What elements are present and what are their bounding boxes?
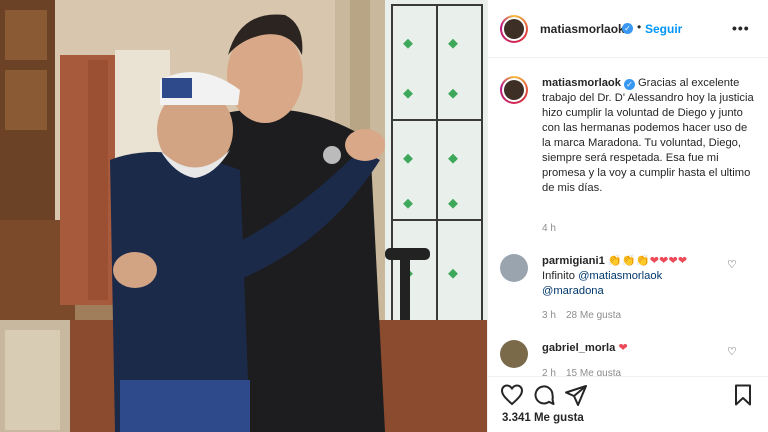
comment-item: parmigiani1 👏👏👏❤❤❤❤ Infinito @matiasmorl… <box>542 254 732 299</box>
comments-list[interactable]: matiasmorlaok ✓ Gracias al excelente traba… <box>488 58 768 376</box>
likes-count[interactable]: 3.341 Me gusta <box>502 412 584 424</box>
comment-emojis: 👏👏👏❤❤❤❤ <box>607 255 688 267</box>
post-header: matiasmorlaok ✓ • Seguir ••• <box>488 0 768 58</box>
comment-avatar[interactable] <box>500 254 528 282</box>
comment-likes[interactable]: 15 Me gusta <box>566 368 621 376</box>
verified-badge-icon: ✓ <box>623 79 635 90</box>
comment-likes[interactable]: 28 Me gusta <box>566 310 621 321</box>
separator-dot: • <box>637 20 642 34</box>
comment-time[interactable]: 3 h <box>542 310 556 321</box>
heart-icon[interactable]: ♡ <box>727 258 737 271</box>
avatar[interactable] <box>500 15 528 43</box>
more-options-icon[interactable]: ••• <box>732 20 750 36</box>
caption: matiasmorlaok ✓ Gracias al excelente traba… <box>542 76 754 196</box>
comment-item: gabriel_morla ❤ <box>542 341 732 356</box>
follow-button[interactable]: Seguir <box>645 22 682 36</box>
caption-avatar[interactable] <box>500 76 528 104</box>
post-sidebar: matiasmorlaok ✓ • Seguir ••• matiasmorla… <box>487 0 768 432</box>
paper-plane-icon[interactable] <box>564 383 588 407</box>
caption-username[interactable]: matiasmorlaok <box>542 77 621 89</box>
mention-link[interactable]: @maradona <box>542 285 604 297</box>
comment-time[interactable]: 2 h <box>542 368 556 376</box>
comment-username[interactable]: parmigiani1 <box>542 255 605 267</box>
instagram-post: matiasmorlaok ✓ • Seguir ••• matiasmorla… <box>0 0 768 432</box>
comment-avatar[interactable] <box>500 340 528 368</box>
post-photo[interactable] <box>0 0 487 432</box>
caption-time[interactable]: 4 h <box>542 223 556 234</box>
comment-text: Infinito <box>542 270 579 282</box>
mention-link[interactable]: @matiasmorlaok <box>578 270 662 282</box>
comment-username[interactable]: gabriel_morla <box>542 342 615 354</box>
caption-text: Gracias al excelente trabajo del Dr. D' … <box>542 77 754 194</box>
comment-emojis: ❤ <box>618 342 628 354</box>
bookmark-icon[interactable] <box>731 383 755 407</box>
action-bar: 3.341 Me gusta <box>488 376 768 432</box>
photo-illustration <box>0 0 487 432</box>
verified-badge-icon: ✓ <box>622 23 633 34</box>
heart-icon[interactable] <box>500 383 524 407</box>
heart-icon[interactable]: ♡ <box>727 345 737 358</box>
comment-icon[interactable] <box>532 383 556 407</box>
header-username[interactable]: matiasmorlaok <box>540 22 625 36</box>
